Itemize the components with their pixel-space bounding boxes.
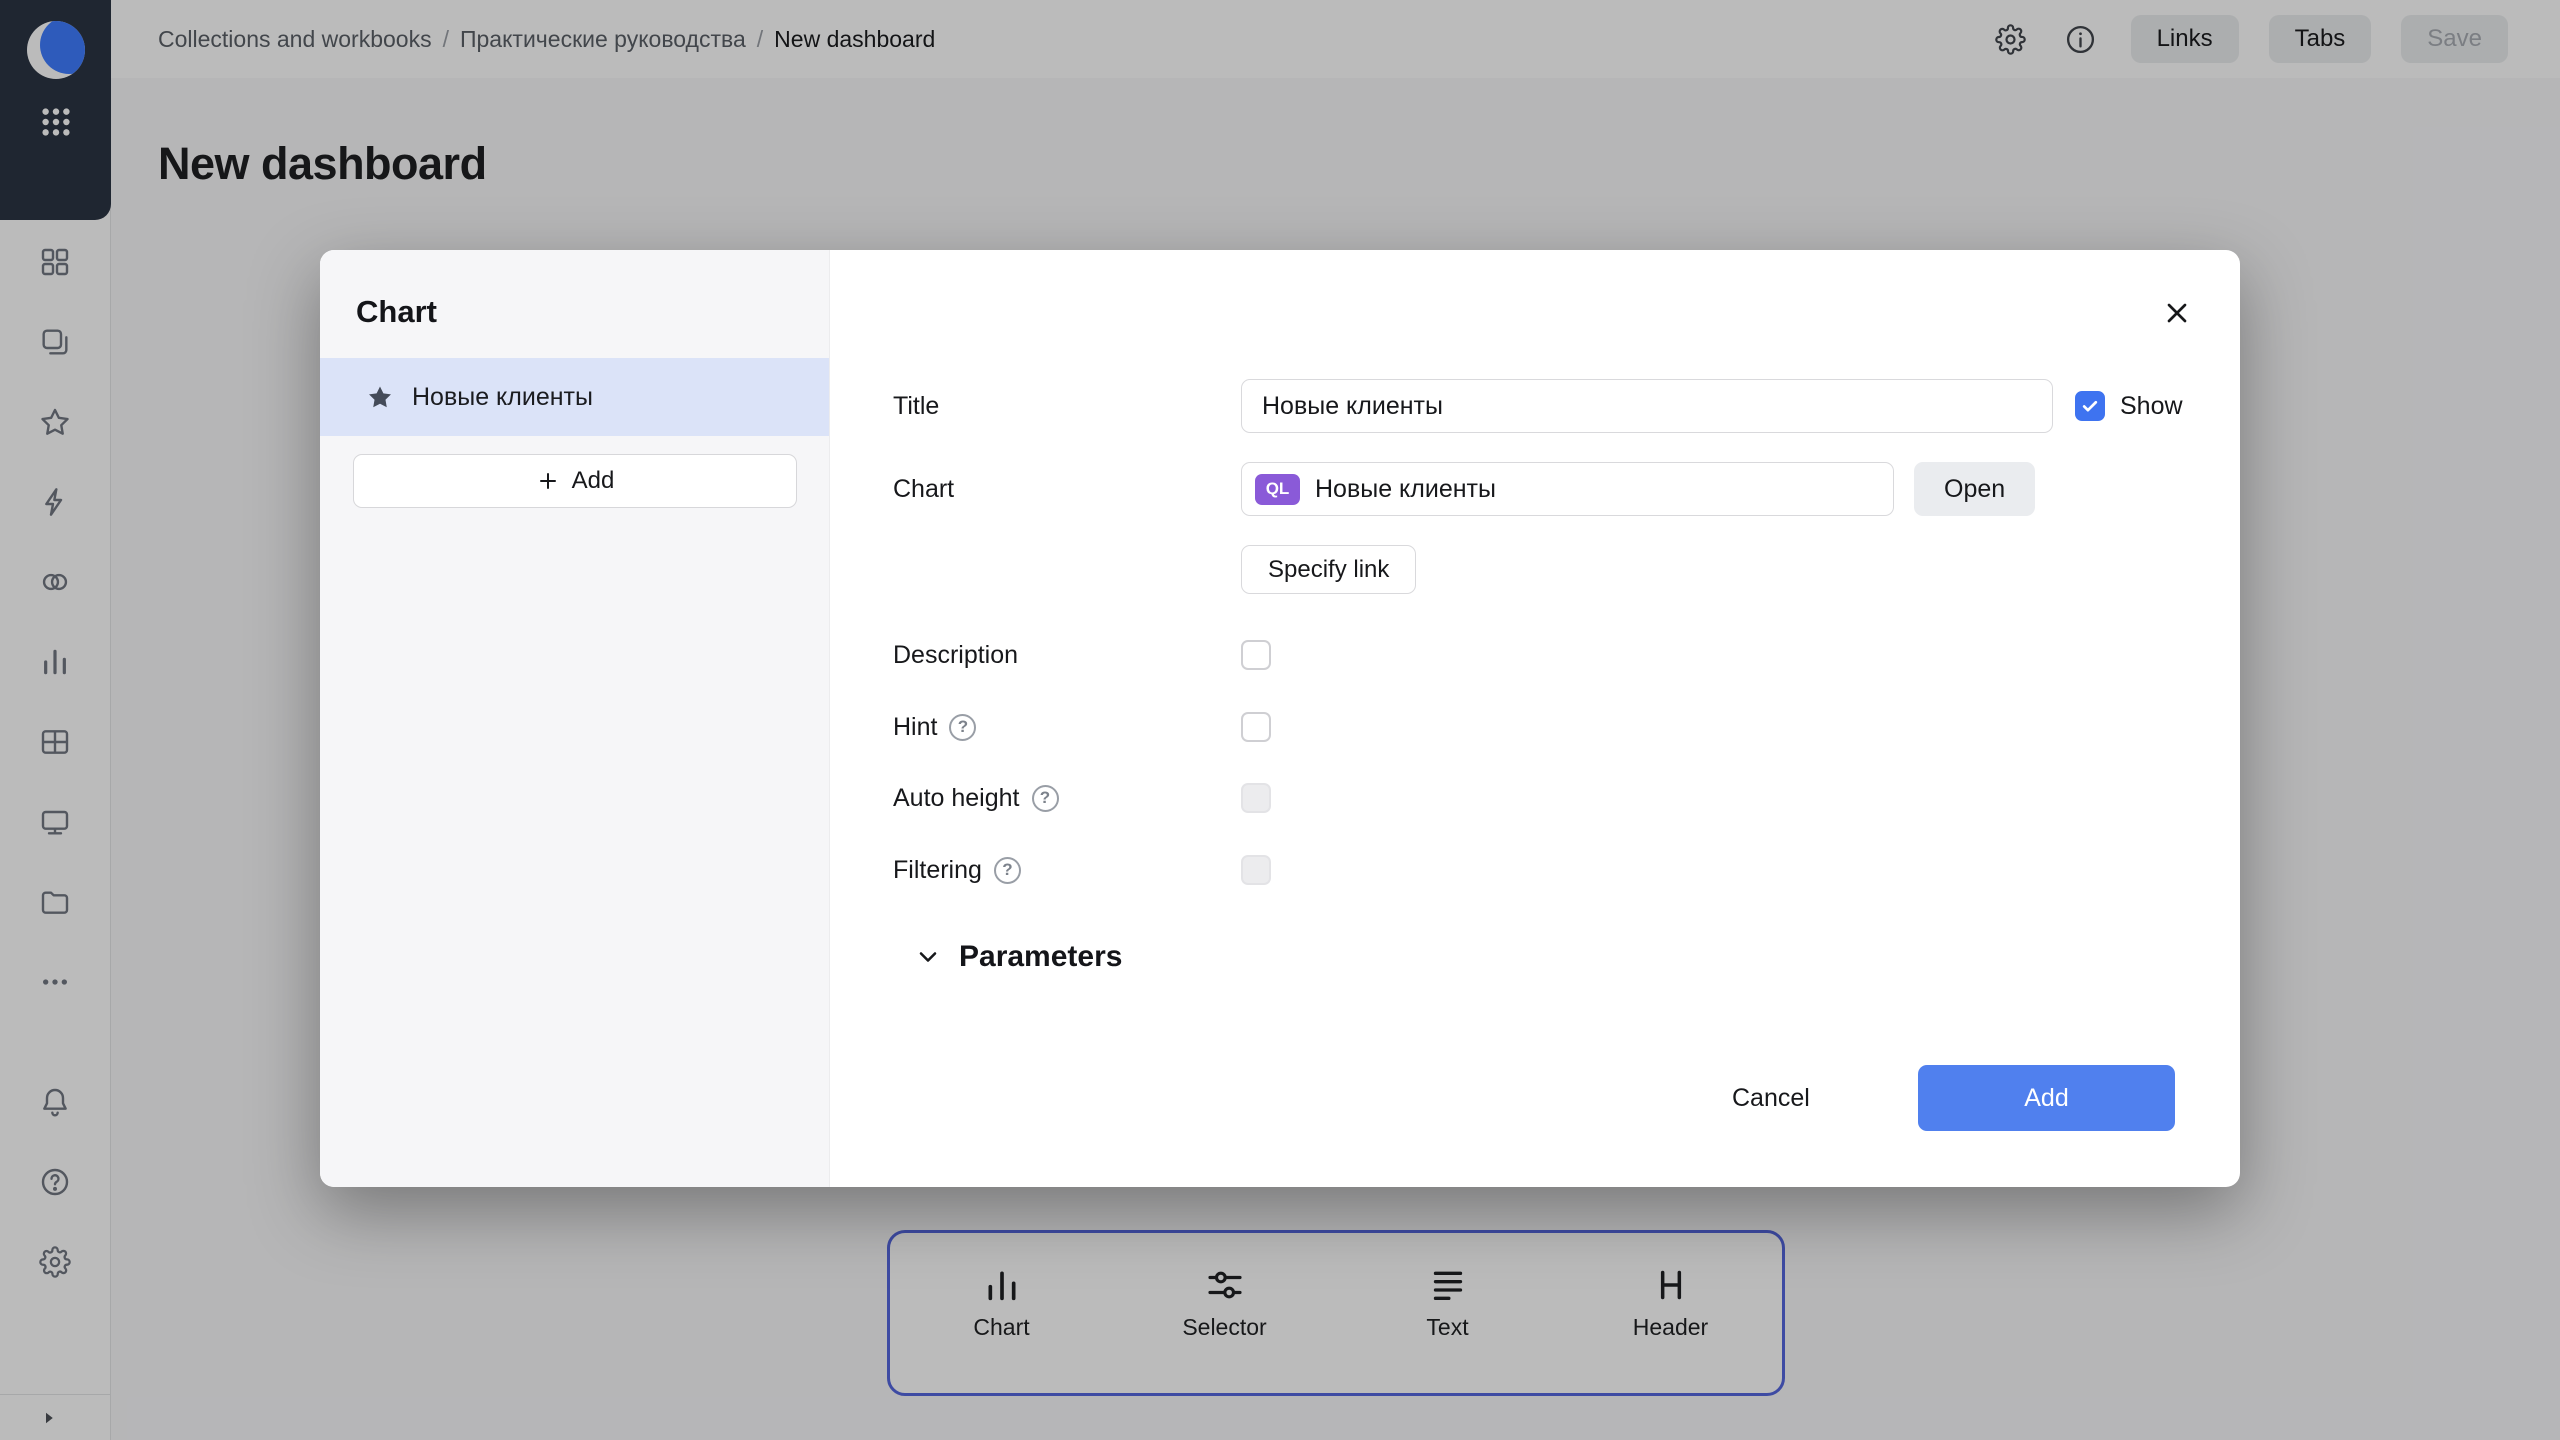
add-chart-item-button[interactable]: Add: [353, 454, 797, 508]
show-title-label: Show: [2120, 392, 2183, 421]
show-title-checkbox[interactable]: [2075, 391, 2105, 421]
filtering-row: Filtering: [893, 855, 1271, 885]
help-icon[interactable]: [994, 857, 1021, 884]
chevron-down-icon: [914, 943, 942, 971]
chart-select-field[interactable]: QL Новые клиенты: [1241, 462, 1894, 516]
auto-height-label: Auto height: [893, 784, 1020, 813]
star-icon: [366, 383, 394, 411]
parameters-label: Parameters: [959, 940, 1122, 974]
chart-select-value: Новые клиенты: [1315, 475, 1496, 504]
auto-height-checkbox[interactable]: [1241, 783, 1271, 813]
specify-link-button[interactable]: Specify link: [1241, 545, 1416, 594]
parameters-toggle[interactable]: Parameters: [914, 940, 1122, 974]
help-icon[interactable]: [949, 714, 976, 741]
close-button[interactable]: [2156, 292, 2198, 334]
add-chart-dialog: Chart Новые клиенты Add Title: [320, 250, 2240, 1187]
hint-label: Hint: [893, 713, 937, 742]
dialog-left-panel: Chart Новые клиенты Add: [320, 250, 830, 1187]
cancel-button[interactable]: Cancel: [1708, 1070, 1834, 1126]
ql-badge: QL: [1255, 474, 1300, 505]
add-button[interactable]: Add: [1918, 1065, 2175, 1131]
title-input[interactable]: [1241, 379, 2053, 433]
hint-checkbox[interactable]: [1241, 712, 1271, 742]
check-icon: [2080, 396, 2100, 416]
hint-row: Hint: [893, 712, 1271, 742]
chart-label: Chart: [893, 475, 1241, 504]
dialog-title: Chart: [356, 294, 437, 330]
description-label: Description: [893, 641, 1241, 670]
auto-height-row: Auto height: [893, 783, 1271, 813]
help-icon[interactable]: [1032, 785, 1059, 812]
title-label: Title: [893, 392, 1241, 421]
chart-list: Новые клиенты: [320, 358, 829, 436]
dialog-form-panel: Title Show Chart QL Новые клиенты Open S…: [830, 250, 2240, 1187]
filtering-label: Filtering: [893, 856, 982, 885]
screen: Collections and workbooks / Практические…: [0, 0, 2560, 1440]
chart-list-item-label: Новые клиенты: [412, 383, 593, 412]
title-row: Title Show: [893, 379, 2183, 433]
filtering-checkbox[interactable]: [1241, 855, 1271, 885]
chart-row: Chart QL Новые клиенты Open: [893, 462, 2035, 516]
open-chart-button[interactable]: Open: [1914, 462, 2035, 516]
chart-list-item[interactable]: Новые клиенты: [320, 358, 829, 436]
close-icon: [2161, 297, 2193, 329]
description-row: Description: [893, 640, 1271, 670]
plus-icon: [536, 469, 560, 493]
description-checkbox[interactable]: [1241, 640, 1271, 670]
add-item-label: Add: [572, 467, 615, 495]
